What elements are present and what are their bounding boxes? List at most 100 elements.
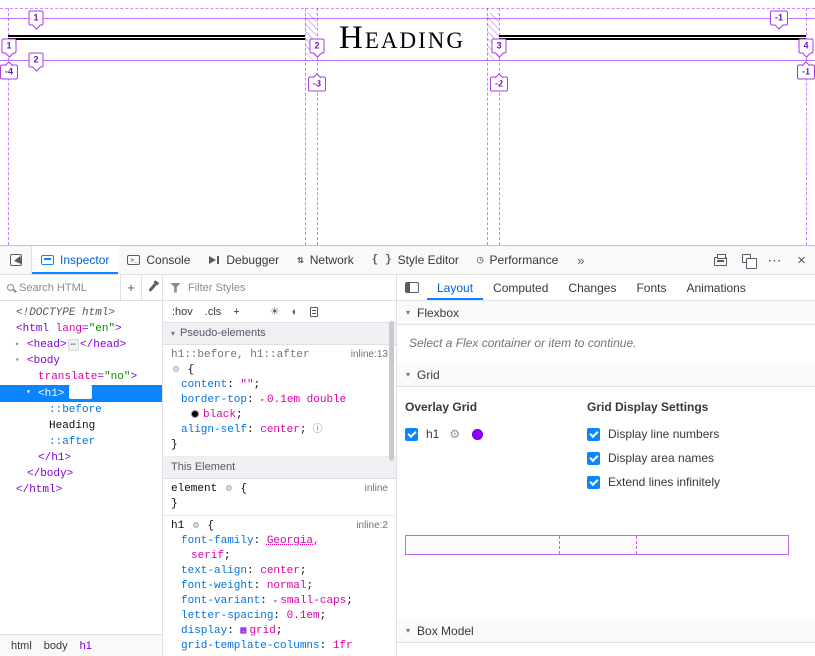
- property-value[interactable]: Georgia: [267, 535, 313, 547]
- tab-changes[interactable]: Changes: [558, 275, 626, 300]
- grid-toggle-icon[interactable]: ▦: [240, 626, 246, 637]
- tab-animations[interactable]: Animations: [676, 275, 755, 300]
- flexbox-section-header[interactable]: ▾ Flexbox: [397, 301, 815, 325]
- markup-node[interactable]: ▾<body: [0, 353, 162, 369]
- setting-extend-lines-infinitely[interactable]: Extend lines infinitely: [587, 475, 807, 489]
- element-picker-button[interactable]: [0, 246, 32, 274]
- css-line[interactable]: font-family: Georgia,: [163, 534, 396, 549]
- search-html-box[interactable]: [0, 282, 120, 294]
- property-name[interactable]: text-align: [181, 565, 247, 577]
- expand-twisty-icon[interactable]: ▸: [260, 396, 265, 405]
- property-name[interactable]: border-top: [181, 394, 247, 406]
- markup-node[interactable]: ▾<h1>grid: [0, 385, 162, 402]
- setting-display-area-names[interactable]: Display area names: [587, 451, 807, 465]
- tab-fonts[interactable]: Fonts: [626, 275, 676, 300]
- tab-computed[interactable]: Computed: [483, 275, 558, 300]
- sidebar-toggle-button[interactable]: [397, 275, 427, 300]
- markup-node[interactable]: <!DOCTYPE html>: [0, 305, 162, 321]
- css-line[interactable]: font-weight: normal;: [163, 579, 396, 594]
- property-value[interactable]: center: [260, 565, 300, 577]
- search-html-input[interactable]: [19, 282, 116, 294]
- property-value[interactable]: 0.1em: [287, 610, 320, 622]
- setting-display-line-numbers[interactable]: Display line numbers: [587, 427, 807, 441]
- rules-section-header[interactable]: ▾Pseudo-elements: [163, 323, 396, 345]
- property-value[interactable]: "": [240, 379, 253, 391]
- print-media-icon[interactable]: [310, 307, 318, 317]
- filter-styles-input[interactable]: [188, 282, 392, 294]
- property-value[interactable]: 0.1em double: [267, 394, 346, 406]
- property-value[interactable]: black: [203, 409, 236, 421]
- markup-node[interactable]: </html>: [0, 482, 162, 498]
- rule-selector[interactable]: h1: [171, 520, 191, 532]
- rule-selector[interactable]: h1::before, h1::after: [171, 349, 310, 361]
- checkbox[interactable]: [405, 428, 418, 441]
- css-line[interactable]: display: ▦grid;: [163, 624, 396, 639]
- checkbox[interactable]: [587, 428, 600, 441]
- markup-node[interactable]: ::after: [0, 434, 162, 450]
- markup-node[interactable]: </h1>: [0, 450, 162, 466]
- box-model-section-header[interactable]: ▾ Box Model: [397, 619, 815, 643]
- gear-icon[interactable]: ⚙: [173, 365, 179, 376]
- property-name[interactable]: align-self: [181, 424, 247, 436]
- gear-icon[interactable]: ⚙: [193, 521, 199, 532]
- color-swatch[interactable]: [191, 410, 199, 418]
- property-name[interactable]: letter-spacing: [181, 610, 273, 622]
- grid-badge[interactable]: grid: [69, 385, 92, 399]
- markup-node[interactable]: translate="no">: [0, 369, 162, 385]
- twisty-icon[interactable]: ▾: [15, 353, 20, 369]
- property-value[interactable]: normal: [267, 580, 307, 592]
- rule-selector[interactable]: element: [171, 483, 224, 495]
- devtools-tab-inspector[interactable]: Inspector: [32, 246, 118, 274]
- property-value[interactable]: grid: [249, 625, 275, 637]
- close-devtools-button[interactable]: ×: [788, 246, 815, 274]
- css-line[interactable]: align-self: center;ⓘ: [163, 423, 396, 438]
- grid-outline-preview[interactable]: [405, 535, 789, 555]
- devtools-tab-console[interactable]: Console: [118, 246, 199, 274]
- add-rule-button[interactable]: +: [233, 306, 239, 318]
- property-value[interactable]: small-caps: [280, 595, 346, 607]
- css-line[interactable]: }: [163, 497, 396, 512]
- css-line[interactable]: font-variant: ▸small-caps;: [163, 594, 396, 609]
- checkbox[interactable]: [587, 476, 600, 489]
- rule-source-link[interactable]: inline:2: [356, 520, 388, 531]
- filter-styles-box[interactable]: [181, 282, 396, 294]
- info-icon[interactable]: ⓘ: [312, 425, 322, 436]
- markup-node[interactable]: </body>: [0, 466, 162, 482]
- breadcrumb-item-body[interactable]: body: [39, 640, 73, 652]
- devtools-menu-button[interactable]: ⋯: [761, 246, 788, 274]
- css-line[interactable]: ⚙ {: [163, 363, 396, 378]
- rules-section-header[interactable]: This Element: [163, 457, 396, 479]
- overlay-grid-item-h1[interactable]: h1 ⚙: [405, 427, 587, 441]
- css-line[interactable]: serif;: [163, 549, 396, 564]
- dark-scheme-icon[interactable]: ◐: [292, 306, 299, 318]
- property-name[interactable]: font-weight: [181, 580, 254, 592]
- screenshot-button[interactable]: [707, 246, 734, 274]
- property-value[interactable]: ,: [313, 535, 320, 547]
- property-name[interactable]: font-variant: [181, 595, 260, 607]
- grid-color-swatch[interactable]: [472, 429, 483, 440]
- css-line[interactable]: element ⚙ {inline: [163, 482, 396, 497]
- class-toggle[interactable]: .cls: [205, 306, 222, 318]
- twisty-icon[interactable]: ▸: [15, 337, 20, 353]
- property-value[interactable]: serif: [191, 550, 224, 562]
- checkbox[interactable]: [587, 452, 600, 465]
- light-scheme-icon[interactable]: ☀: [270, 305, 280, 318]
- gear-icon[interactable]: ⚙: [449, 427, 460, 441]
- devtools-tab-debugger[interactable]: Debugger: [199, 246, 288, 274]
- property-name[interactable]: grid-template-columns: [181, 640, 320, 652]
- expand-twisty-icon[interactable]: ▸: [273, 597, 278, 606]
- devtools-tab-performance[interactable]: ◷Performance: [468, 246, 567, 274]
- add-node-button[interactable]: +: [120, 275, 141, 300]
- breadcrumb-item-h1[interactable]: h1: [75, 640, 97, 652]
- devtools-tab-network[interactable]: ⇅Network: [288, 246, 363, 274]
- twisty-icon[interactable]: ▾: [26, 385, 31, 401]
- css-line[interactable]: content: "";: [163, 378, 396, 393]
- breadcrumb-item-html[interactable]: html: [6, 640, 37, 652]
- property-value[interactable]: center: [260, 424, 300, 436]
- grid-section-header[interactable]: ▾ Grid: [397, 363, 815, 387]
- markup-node[interactable]: ▸<head>⋯</head>: [0, 337, 162, 353]
- css-line[interactable]: }: [163, 438, 396, 453]
- devtools-tab-style-editor[interactable]: { }Style Editor: [363, 246, 468, 274]
- css-line[interactable]: border-top: ▸0.1em double: [163, 393, 396, 408]
- property-name[interactable]: display: [181, 625, 227, 637]
